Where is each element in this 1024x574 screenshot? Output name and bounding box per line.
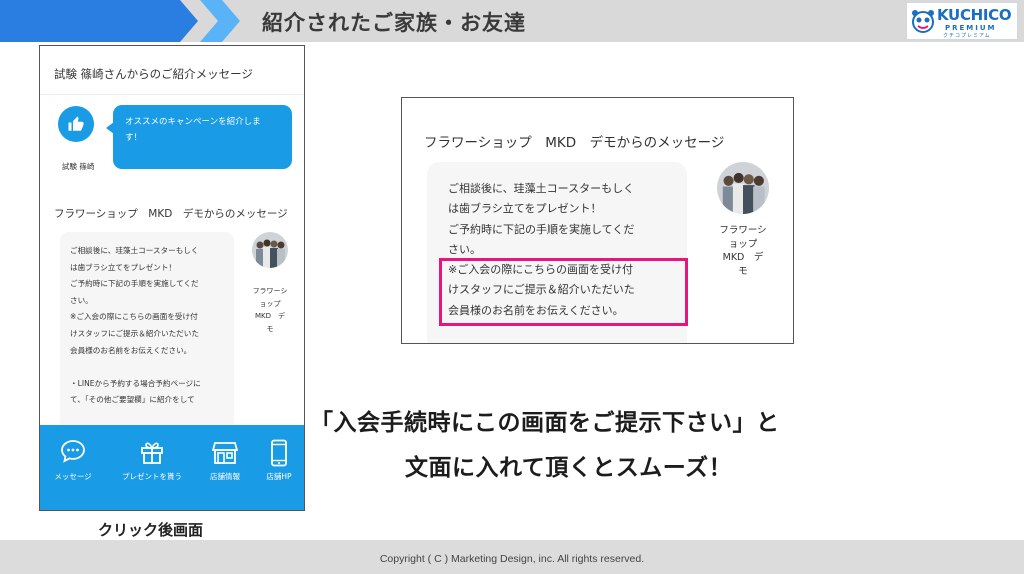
zoomed-shop-avatar — [717, 162, 769, 214]
intro-message-line: す！ — [125, 133, 143, 143]
mascot-logo-icon — [912, 10, 934, 33]
emphasis-line-2: 文面に入れて頂くとスムーズ！ — [405, 455, 733, 481]
shop-message-heading: フラワーショップ MKD デモからのメッセージ — [54, 208, 288, 220]
group-photo-icon — [252, 232, 288, 268]
intro-message-heading: 試験 篠崎さんからのご紹介メッセージ — [54, 67, 253, 81]
message-line: ・LINEから予約する場合予約ページに — [70, 378, 201, 388]
nav-label: メッセージ — [54, 472, 92, 481]
kuchico-logo: KUCHICO PREMIUM クチコプレミアム — [906, 2, 1018, 40]
shop-name-line: MKD デ — [722, 252, 764, 263]
smartphone-icon — [271, 439, 287, 467]
group-photo-icon — [717, 162, 769, 214]
thumbs-up-icon — [58, 106, 94, 142]
thumbs-up-glyph — [68, 116, 84, 131]
logo-kana: クチコプレミアム — [943, 33, 991, 39]
copyright-text: Copyright ( C ) Marketing Design, inc. A… — [379, 553, 645, 565]
slide-title: 紹介されたご家族・お友達 — [262, 11, 526, 35]
message-line: さい。 — [70, 295, 93, 305]
shop-name-line: MKD デ — [254, 312, 286, 320]
shop-name-line: モ — [266, 324, 274, 333]
gift-icon — [141, 442, 163, 464]
highlight-box — [439, 258, 688, 326]
nav-get-present[interactable]: プレゼントを貰う — [106, 425, 198, 510]
logo-wordmark: KUCHICO — [937, 6, 1012, 24]
message-line: ご相談後に、珪藻土コースターもしく — [70, 246, 199, 255]
message-line — [70, 359, 224, 376]
zoomed-shop-heading: フラワーショップ MKD デモからのメッセージ — [424, 135, 725, 151]
nav-label: 店舗HP — [266, 472, 292, 481]
shop-message-bubble: ご相談後に、珪藻土コースターもしく は歯ブラシ立てをプレゼント！ ご予約時に下記… — [60, 232, 234, 432]
zoomed-message: フラワーショップ MKD デモからのメッセージ ご相談後に、珪藻土コースターもし… — [401, 97, 794, 344]
phone-screenshot: 試験 篠崎さんからのご紹介メッセージ 試験 篠崎 オススメのキャンペーンを紹介し… — [39, 45, 305, 511]
shop-name-line: ョップ — [728, 238, 758, 250]
message-line: けスタッフにご提示＆紹介いただいた — [70, 328, 199, 338]
message-line: ご予約時に下記の手順を実施してくだ — [448, 222, 635, 236]
caption-after-click: クリック後画面 — [98, 521, 204, 539]
slide-header: 紹介されたご家族・お友達 KUCHICO PREMIUM クチコプレミアム — [0, 0, 1024, 42]
message-line: ※ご入会の際にこちらの画面を受け付 — [70, 312, 198, 322]
nav-store-homepage[interactable]: 店舗HP — [252, 425, 304, 510]
shop-avatar — [252, 232, 288, 268]
bottom-nav: メッセージ プレゼントを貰う 店舗情報 店舗HP — [40, 425, 304, 510]
zoomed-shop-name: フラワーシ ョップ MKD デ モ — [708, 224, 778, 278]
intro-message-line: オススメのキャンペーンを紹介しま — [125, 117, 261, 127]
shop-name-line: モ — [738, 265, 748, 277]
logo-subtitle: PREMIUM — [945, 24, 997, 32]
message-line: は歯ブラシ立てをプレゼント！ — [448, 202, 602, 216]
divider — [40, 94, 304, 95]
header-arrow-decoration — [0, 0, 240, 42]
intro-message-bubble: オススメのキャンペーンを紹介しま す！ — [113, 105, 292, 169]
shop-name-line: フラワーシ — [252, 287, 288, 295]
chat-bubble-icon — [61, 440, 85, 463]
shop-name-line: ョップ — [259, 299, 281, 308]
shop-name: フラワーシ ョップ MKD デ モ — [244, 285, 296, 335]
message-line: は歯ブラシ立てをプレゼント！ — [70, 262, 177, 272]
message-line: て、「その他ご要望欄」に紹介をして — [70, 395, 195, 405]
slide-footer: Copyright ( C ) Marketing Design, inc. A… — [0, 540, 1024, 574]
nav-message[interactable]: メッセージ — [40, 425, 106, 510]
emphasis-line-1: 「入会手続時にこの画面をご提示下さい」と — [310, 410, 780, 436]
shop-name-line: フラワーシ — [719, 225, 767, 236]
nav-label: 店舗情報 — [210, 472, 240, 481]
nav-store-info[interactable]: 店舗情報 — [198, 425, 252, 510]
introducer-name: 試験 篠崎 — [62, 162, 95, 171]
nav-label: プレゼントを貰う — [122, 472, 182, 481]
message-line: 会員様のお名前をお伝えください。 — [70, 345, 192, 355]
message-line: ご予約時に下記の手順を実施してくだ — [70, 279, 199, 289]
message-line: ご相談後に、珪藻土コースターもしく — [448, 182, 635, 195]
store-icon — [212, 442, 238, 464]
